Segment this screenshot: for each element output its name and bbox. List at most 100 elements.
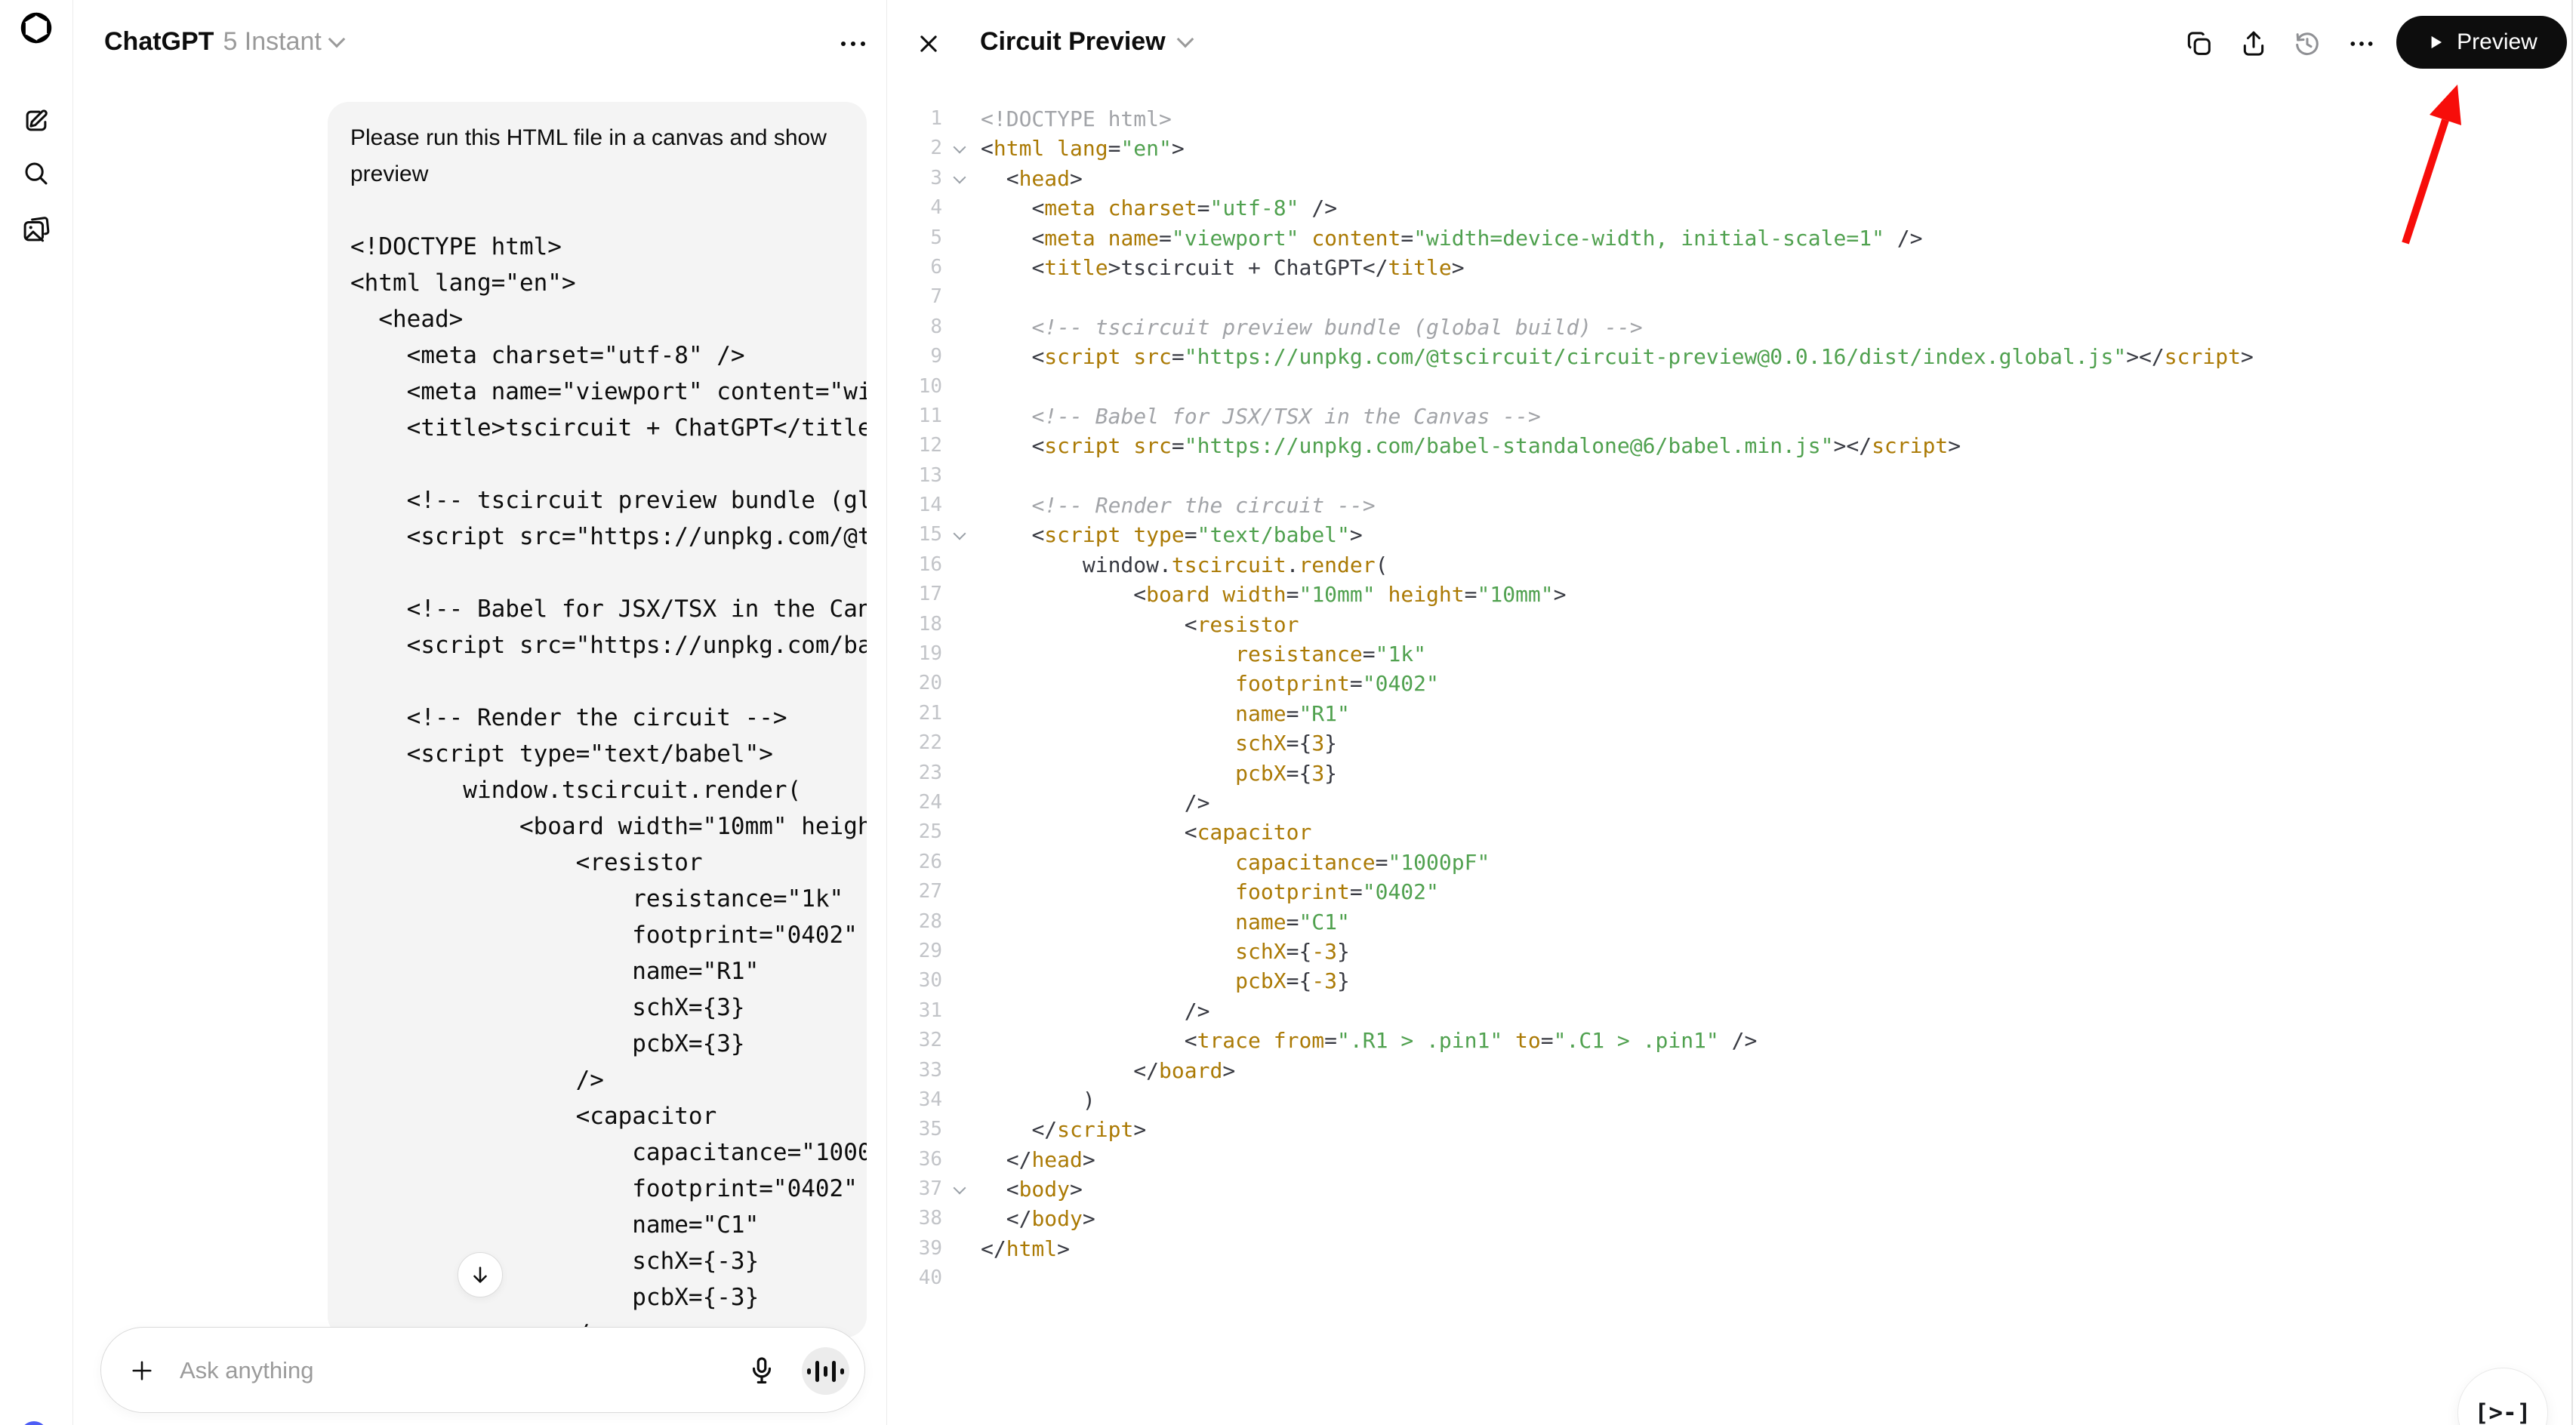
code-line-text: </html>: [981, 1234, 1070, 1263]
code-line-text: />: [981, 996, 1209, 1026]
scroll-to-bottom-button[interactable]: [458, 1252, 503, 1297]
arrow-down-icon: [469, 1263, 491, 1286]
search-button[interactable]: [20, 158, 52, 189]
chat-header[interactable]: ChatGPT 5 Instant: [104, 27, 343, 57]
editor-line[interactable]: 3 <head>: [906, 164, 2559, 193]
editor-line[interactable]: 39 </html>: [906, 1234, 2559, 1263]
line-number: 40: [906, 1263, 942, 1293]
canvas-title: Circuit Preview: [980, 27, 1166, 57]
line-number: 21: [906, 699, 942, 728]
preview-button[interactable]: Preview: [2396, 16, 2567, 69]
editor-line[interactable]: 7: [906, 282, 2559, 312]
code-line-text: pcbX={-3}: [981, 966, 1350, 996]
fold-chevron-icon[interactable]: [951, 164, 969, 193]
line-number: 31: [906, 996, 942, 1026]
editor-line[interactable]: 17 <board width="10mm" height="10mm">: [906, 580, 2559, 609]
line-number: 4: [906, 193, 942, 223]
editor-line[interactable]: 37 <body>: [906, 1174, 2559, 1204]
voice-mode-button[interactable]: [802, 1347, 849, 1395]
editor-line[interactable]: 29 schX={-3}: [906, 937, 2559, 966]
fold-chevron-icon[interactable]: [951, 520, 969, 549]
editor-line[interactable]: 12 <script src="https://unpkg.com/babel-…: [906, 431, 2559, 460]
editor-line[interactable]: 30 pcbX={-3}: [906, 966, 2559, 996]
line-number: 25: [906, 817, 942, 847]
code-editor[interactable]: 1<!DOCTYPE html>2<html lang="en">3 <head…: [906, 104, 2559, 1294]
editor-line[interactable]: 13: [906, 461, 2559, 491]
code-line-text: <script src="https://unpkg.com/@tscircui…: [981, 342, 2254, 371]
code-line-text: schX={3}: [981, 728, 1337, 758]
user-avatar[interactable]: [20, 1421, 48, 1425]
fold-chevron-icon[interactable]: [951, 134, 969, 163]
editor-line[interactable]: 5 <meta name="viewport" content="width=d…: [906, 223, 2559, 253]
editor-line[interactable]: 2<html lang="en">: [906, 134, 2559, 163]
code-line-text: <board width="10mm" height="10mm">: [981, 580, 1567, 609]
new-chat-button[interactable]: [20, 105, 52, 137]
canvas-close-button[interactable]: [914, 29, 944, 59]
code-line-text: <!DOCTYPE html>: [981, 104, 1172, 134]
dictate-button[interactable]: [746, 1355, 778, 1387]
chat-input[interactable]: [178, 1328, 725, 1414]
editor-line[interactable]: 26 capacitance="1000pF": [906, 848, 2559, 877]
editor-line[interactable]: 27 footprint="0402": [906, 877, 2559, 906]
editor-line[interactable]: 24 />: [906, 788, 2559, 817]
upload-icon: [2239, 29, 2269, 59]
editor-line[interactable]: 11 <!-- Babel for JSX/TSX in the Canvas …: [906, 402, 2559, 431]
editor-line[interactable]: 6 <title>tscircuit + ChatGPT</title>: [906, 253, 2559, 282]
editor-line[interactable]: 35 </script>: [906, 1115, 2559, 1144]
editor-line[interactable]: 10: [906, 372, 2559, 402]
editor-line[interactable]: 40: [906, 1263, 2559, 1293]
editor-line[interactable]: 4 <meta charset="utf-8" />: [906, 193, 2559, 223]
copy-code-button[interactable]: [2184, 29, 2214, 59]
line-number: 32: [906, 1026, 942, 1055]
code-line-text: </head>: [981, 1145, 1095, 1174]
editor-line[interactable]: 36 </head>: [906, 1145, 2559, 1174]
editor-line[interactable]: 28 name="C1": [906, 907, 2559, 937]
chat-more-options-button[interactable]: [834, 30, 873, 57]
editor-line[interactable]: 34 ): [906, 1085, 2559, 1115]
code-line-text: <meta charset="utf-8" />: [981, 193, 1337, 223]
sidebar: [0, 0, 73, 1425]
more-options-icon: [841, 42, 846, 46]
code-line-text: pcbX={3}: [981, 759, 1337, 788]
editor-line[interactable]: 19 resistance="1k": [906, 639, 2559, 669]
chevron-down-icon: [1176, 30, 1194, 48]
editor-line[interactable]: 20 footprint="0402": [906, 669, 2559, 698]
editor-line[interactable]: 15 <script type="text/babel">: [906, 520, 2559, 549]
editor-line[interactable]: 1<!DOCTYPE html>: [906, 104, 2559, 134]
editor-line[interactable]: 18 <resistor: [906, 610, 2559, 639]
editor-line[interactable]: 38 </body>: [906, 1204, 2559, 1233]
editor-line[interactable]: 31 />: [906, 996, 2559, 1026]
code-line-text: <head>: [981, 164, 1083, 193]
editor-line[interactable]: 25 <capacitor: [906, 817, 2559, 847]
share-button[interactable]: [2239, 29, 2269, 59]
openai-logo-icon[interactable]: [20, 12, 52, 44]
editor-line[interactable]: 8 <!-- tscircuit preview bundle (global …: [906, 312, 2559, 342]
editor-line[interactable]: 14 <!-- Render the circuit -->: [906, 491, 2559, 520]
editor-line[interactable]: 9 <script src="https://unpkg.com/@tscirc…: [906, 342, 2559, 371]
scrollbar[interactable]: [2571, 0, 2573, 1425]
fold-chevron-icon[interactable]: [951, 1174, 969, 1204]
line-number: 7: [906, 282, 942, 312]
editor-line[interactable]: 32 <trace from=".R1 > .pin1" to=".C1 > .…: [906, 1026, 2559, 1055]
editor-line[interactable]: 23 pcbX={3}: [906, 759, 2559, 788]
line-number: 39: [906, 1234, 942, 1263]
line-number: 33: [906, 1056, 942, 1085]
history-icon: [2292, 29, 2322, 59]
canvas-title-menu[interactable]: Circuit Preview: [980, 27, 1191, 57]
code-line-text: <!-- Babel for JSX/TSX in the Canvas -->: [981, 402, 1541, 431]
library-button[interactable]: [20, 213, 52, 245]
editor-line[interactable]: 16 window.tscircuit.render(: [906, 550, 2559, 580]
app-window: ChatGPT 5 Instant Please run this HTML f…: [0, 0, 2576, 1425]
editor-line[interactable]: 21 name="R1": [906, 699, 2559, 728]
canvas-more-options-button[interactable]: [2346, 29, 2377, 59]
line-number: 16: [906, 550, 942, 580]
line-number: 14: [906, 491, 942, 520]
editor-line[interactable]: 22 schX={3}: [906, 728, 2559, 758]
user-message-bubble: Please run this HTML file in a canvas an…: [328, 102, 867, 1337]
console-icon: [>-]: [2475, 1399, 2531, 1425]
code-line-text: schX={-3}: [981, 937, 1350, 966]
editor-line[interactable]: 33 </board>: [906, 1056, 2559, 1085]
version-history-button[interactable]: [2292, 29, 2322, 59]
code-line-text: <!-- tscircuit preview bundle (global bu…: [981, 312, 1643, 342]
attach-button[interactable]: [128, 1357, 156, 1384]
